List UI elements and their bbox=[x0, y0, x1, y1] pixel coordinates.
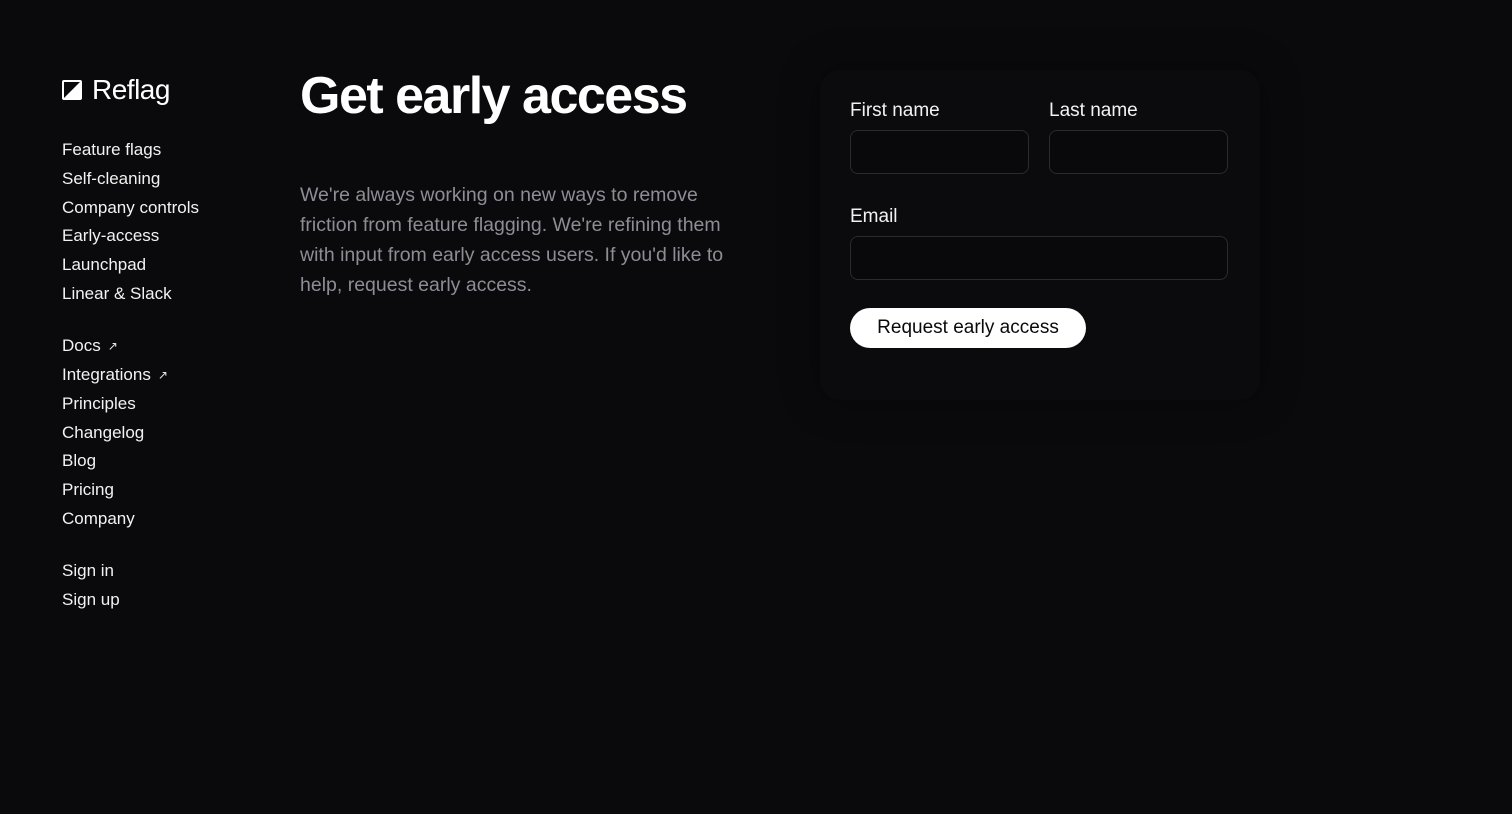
nav-item-label: Blog bbox=[62, 451, 97, 471]
nav-item-launchpad[interactable]: Launchpad bbox=[62, 251, 262, 280]
nav-item-label: Sign up bbox=[62, 589, 120, 609]
nav-item-company-controls[interactable]: Company controls bbox=[62, 193, 262, 222]
nav-item-feature-flags[interactable]: Feature flags bbox=[62, 136, 262, 165]
nav-item-integrations[interactable]: Integrations ↗ bbox=[62, 361, 262, 390]
page-title: Get early access bbox=[300, 67, 688, 125]
request-early-access-button[interactable]: Request early access bbox=[850, 308, 1086, 348]
last-name-label: Last name bbox=[1049, 100, 1138, 121]
external-link-icon: ↗ bbox=[157, 368, 168, 383]
half-square-logo-icon bbox=[62, 80, 82, 100]
page: Reflag Feature flags Self-cleaning Compa… bbox=[0, 0, 1512, 814]
nav-item-sign-in[interactable]: Sign in bbox=[62, 557, 262, 586]
page-description: We're always working on new ways to remo… bbox=[300, 184, 724, 296]
nav-item-sign-up[interactable]: Sign up bbox=[62, 586, 262, 615]
nav-item-label: Docs bbox=[62, 336, 101, 356]
last-name-input[interactable] bbox=[1049, 130, 1228, 174]
nav-group-product: Feature flags Self-cleaning Company cont… bbox=[62, 136, 262, 308]
nav-item-company[interactable]: Company bbox=[62, 504, 262, 533]
nav-item-label: Pricing bbox=[62, 479, 114, 499]
email-label: Email bbox=[850, 206, 898, 227]
nav-item-self-cleaning[interactable]: Self-cleaning bbox=[62, 165, 262, 194]
first-name-input[interactable] bbox=[850, 130, 1029, 174]
nav-item-label: Early-access bbox=[62, 226, 160, 246]
nav-item-label: Company bbox=[62, 508, 135, 528]
nav-item-label: Company controls bbox=[62, 197, 200, 217]
sidebar: Reflag Feature flags Self-cleaning Compa… bbox=[62, 74, 262, 614]
email-input[interactable] bbox=[850, 236, 1228, 280]
first-name-label: First name bbox=[850, 100, 940, 121]
nav-group-account: Sign in Sign up bbox=[62, 557, 262, 614]
brand-logo-link[interactable]: Reflag bbox=[62, 74, 262, 106]
nav-item-label: Integrations bbox=[62, 365, 151, 385]
nav-item-label: Changelog bbox=[62, 422, 145, 442]
nav-item-label: Linear & Slack bbox=[62, 283, 172, 303]
nav-item-changelog[interactable]: Changelog bbox=[62, 418, 262, 447]
nav-group-resources: Docs ↗ Integrations ↗ Principles Changel… bbox=[62, 332, 262, 533]
nav-item-docs[interactable]: Docs ↗ bbox=[62, 332, 262, 361]
nav-item-linear-slack[interactable]: Linear & Slack bbox=[62, 279, 262, 308]
nav-item-label: Principles bbox=[62, 393, 136, 413]
nav-item-early-access[interactable]: Early-access bbox=[62, 222, 262, 251]
nav-item-label: Feature flags bbox=[62, 140, 162, 160]
nav-item-blog[interactable]: Blog bbox=[62, 447, 262, 476]
brand-name: Reflag bbox=[92, 74, 170, 105]
nav-item-principles[interactable]: Principles bbox=[62, 390, 262, 419]
nav-item-pricing[interactable]: Pricing bbox=[62, 476, 262, 505]
nav-item-label: Self-cleaning bbox=[62, 169, 161, 189]
external-link-icon: ↗ bbox=[107, 339, 118, 354]
nav-item-label: Launchpad bbox=[62, 255, 147, 275]
nav-item-label: Sign in bbox=[62, 561, 114, 581]
